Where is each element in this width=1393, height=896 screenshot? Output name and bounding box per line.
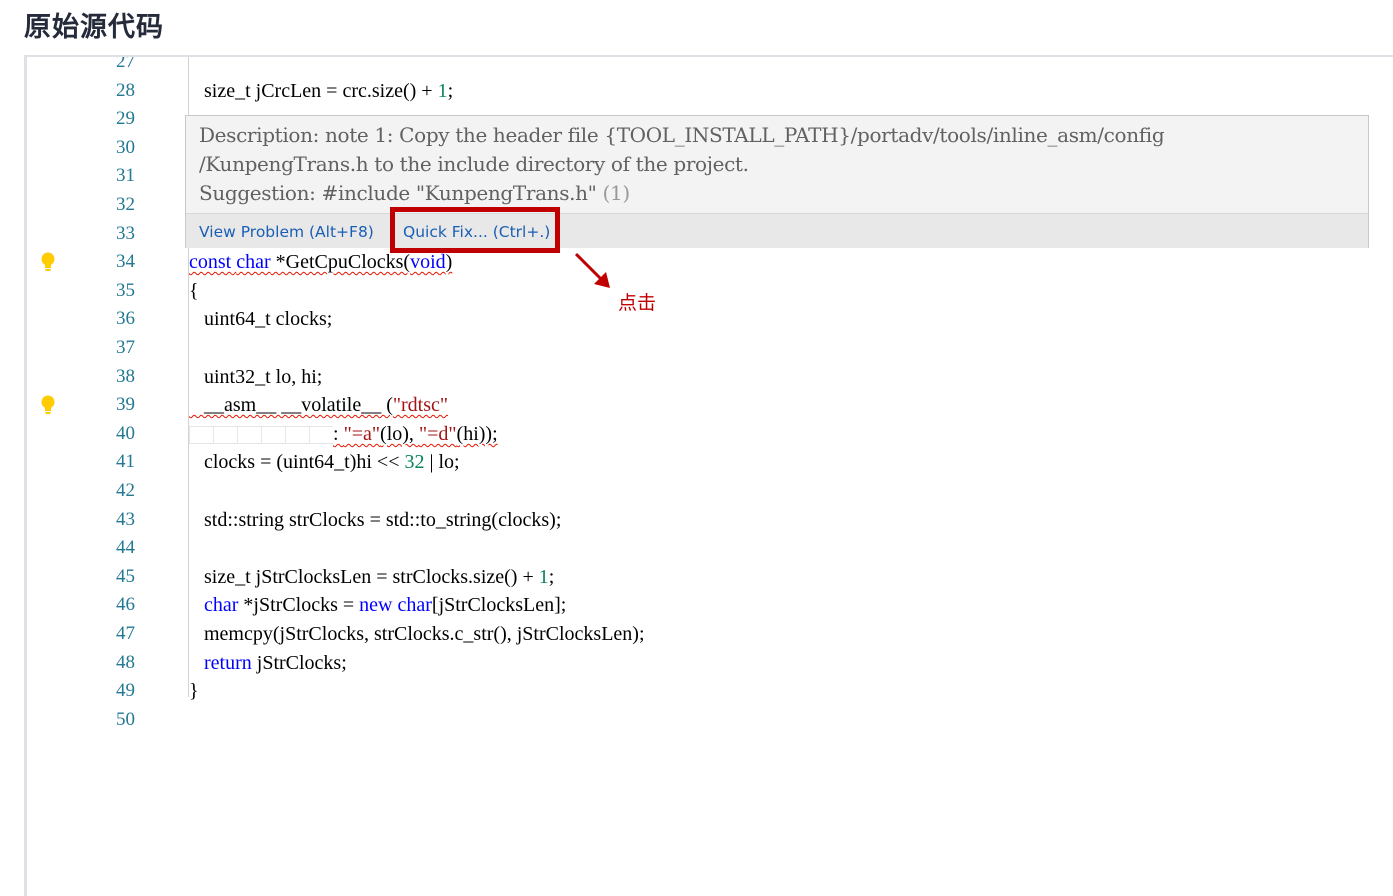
lightbulb-icon[interactable] [41, 252, 55, 272]
code-text: __asm__ __volatile__ ("rdtsc" [189, 394, 449, 417]
line-number: 39 [116, 394, 135, 416]
whitespace-marker [261, 426, 285, 445]
hover-suggestion-row: Suggestion: #include "KunpengTrans.h" (1… [199, 179, 1164, 208]
hover-suggestion: Suggestion: #include "KunpengTrans.h" [199, 181, 597, 205]
line-number: 47 [116, 623, 135, 644]
lightbulb-icon[interactable] [41, 395, 55, 415]
code-line[interactable]: 36 uint64_t clocks; [27, 305, 1393, 333]
line-number: 46 [116, 594, 135, 616]
code-text: } [189, 680, 199, 703]
code-text: std::string strClocks = std::to_string(c… [189, 508, 562, 531]
line-number: 29 [116, 108, 135, 130]
code-line[interactable]: 42 [27, 477, 1393, 505]
line-number: 34 [116, 251, 135, 273]
code-line[interactable]: 45 size_t jStrClocksLen = strClocks.size… [27, 563, 1393, 591]
line-number: 33 [116, 222, 135, 244]
code-line[interactable]: 35 { [27, 277, 1393, 305]
line-number: 48 [116, 651, 135, 673]
whitespace-marker [309, 426, 333, 445]
code-text: size_t jStrClocksLen = strClocks.size() … [189, 565, 555, 588]
code-line[interactable]: 43 std::string strClocks = std::to_strin… [27, 506, 1393, 534]
code-text: char *jStrClocks = new char[jStrClocksLe… [204, 594, 567, 617]
hover-count: (1) [602, 181, 631, 205]
code-text: memcpy(jStrClocks, strClocks.c_str(), jS… [189, 623, 645, 645]
whitespace-marker [213, 426, 237, 445]
code-line[interactable]: 40 : "=a"(lo), "=d"(hi)); [27, 420, 1393, 448]
line-number: 37 [116, 337, 135, 358]
code-text: { [189, 279, 199, 302]
code-text: return jStrClocks; [204, 651, 347, 674]
code-line[interactable]: 49} [27, 677, 1393, 705]
code-line[interactable]: 38 uint32_t lo, hi; [27, 363, 1393, 391]
code-text: : "=a"(lo), "=d"(hi)); [189, 420, 498, 448]
line-number: 50 [116, 708, 135, 730]
hover-description-line-1: Description: note 1: Copy the header fil… [199, 123, 1165, 147]
code-line[interactable]: 47 memcpy(jStrClocks, strClocks.c_str(),… [27, 620, 1393, 648]
hover-description-line-2: /KunpengTrans.h to the include directory… [199, 152, 749, 176]
click-annotation: 点击 [618, 292, 657, 314]
line-number: 32 [116, 194, 135, 215]
code-text: clocks = (uint64_t)hi << 32 | lo; [189, 451, 460, 474]
line-number: 40 [116, 422, 135, 444]
code-line[interactable]: 39 __asm__ __volatile__ ("rdtsc" [27, 391, 1393, 419]
code-text: size_t jCrcLen = crc.size() + 1; [189, 79, 454, 102]
quick-fix-highlight-box [390, 207, 560, 253]
whitespace-marker [285, 426, 309, 445]
problem-hover-widget: Description: note 1: Copy the header fil… [185, 115, 1369, 248]
line-number: 31 [116, 165, 135, 187]
code-text: uint32_t lo, hi; [189, 365, 323, 388]
code-line[interactable]: 48 return jStrClocks; [27, 649, 1393, 677]
code-line[interactable]: 46 char *jStrClocks = new char[jStrClock… [27, 591, 1393, 619]
line-number: 36 [116, 308, 135, 330]
line-number: 38 [116, 365, 135, 387]
hover-action-bar: View Problem (Alt+F8) Quick Fix... (Ctrl… [186, 213, 1368, 248]
code-line[interactable]: 41 clocks = (uint64_t)hi << 32 | lo; [27, 448, 1393, 476]
line-number: 43 [116, 508, 135, 530]
code-line[interactable]: 50 [27, 706, 1393, 734]
code-line[interactable]: 27 [27, 55, 1393, 76]
line-number: 42 [116, 480, 135, 501]
view-problem-link[interactable]: View Problem (Alt+F8) [199, 214, 374, 250]
code-line[interactable]: 28 size_t jCrcLen = crc.size() + 1; [27, 77, 1393, 105]
page-title: 原始源代码 [24, 12, 164, 43]
code-text: uint64_t clocks; [189, 308, 333, 331]
line-number: 41 [116, 451, 135, 473]
whitespace-marker [189, 426, 213, 445]
line-number: 45 [116, 565, 135, 587]
line-number: 44 [116, 537, 135, 559]
hover-message: Description: note 1: Copy the header fil… [199, 121, 1165, 208]
line-number: 35 [116, 279, 135, 301]
code-line[interactable]: 37 [27, 334, 1393, 362]
line-number: 28 [116, 79, 135, 101]
line-number: 49 [116, 680, 135, 702]
line-number: 30 [116, 136, 135, 158]
code-line[interactable]: 34 const char *GetCpuClocks(void) [27, 248, 1393, 276]
code-line[interactable]: 44 [27, 534, 1393, 562]
line-number: 27 [116, 55, 135, 72]
arrow-icon [574, 252, 610, 288]
whitespace-marker [237, 426, 261, 445]
